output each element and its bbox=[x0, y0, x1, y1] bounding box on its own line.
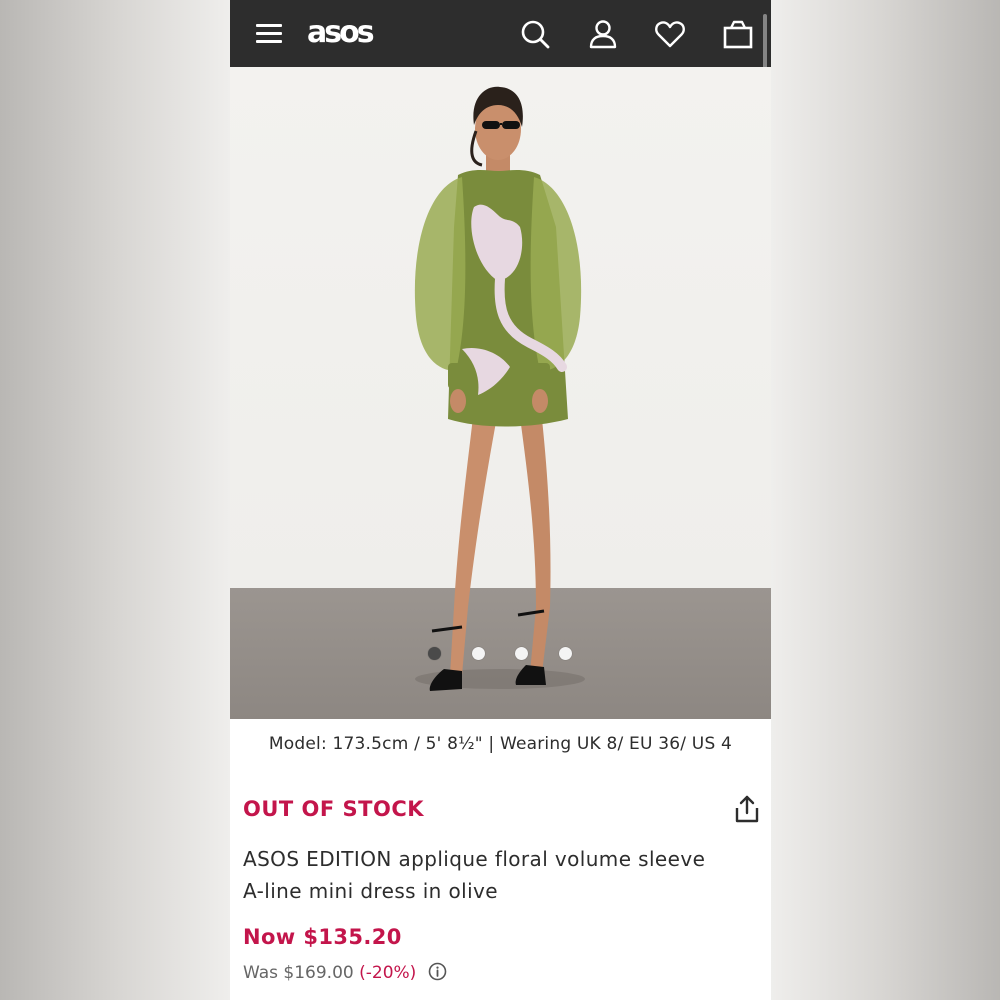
share-icon[interactable] bbox=[734, 794, 760, 824]
product-title-line-2: A-line mini dress in olive bbox=[243, 879, 498, 903]
gallery-pagination bbox=[230, 647, 771, 661]
product-photo bbox=[414, 86, 585, 691]
top-navigation-bar: asos bbox=[230, 0, 771, 306]
gallery-dot-2[interactable] bbox=[472, 647, 485, 660]
heart-icon[interactable] bbox=[654, 18, 686, 50]
asos-logo[interactable]: asos bbox=[307, 13, 375, 53]
previous-price: Was $169.00 bbox=[243, 963, 354, 983]
product-page: asos Model: 173.5cm / 5' 8½" | Wearing U… bbox=[230, 0, 771, 1000]
stock-status: OUT OF STOCK bbox=[243, 797, 425, 821]
previous-price-row: Was $169.00 (-20%) bbox=[243, 962, 447, 983]
product-image-gallery[interactable] bbox=[230, 67, 771, 719]
search-icon[interactable] bbox=[519, 18, 551, 50]
info-icon[interactable] bbox=[428, 962, 447, 981]
gallery-dot-1[interactable] bbox=[428, 647, 441, 660]
account-icon[interactable] bbox=[587, 18, 619, 50]
menu-icon[interactable] bbox=[256, 22, 282, 44]
gallery-dot-3[interactable] bbox=[515, 647, 528, 660]
discount-badge: (-20%) bbox=[359, 963, 417, 983]
product-title-line-1: ASOS EDITION applique floral volume slee… bbox=[243, 847, 706, 871]
model-size-info: Model: 173.5cm / 5' 8½" | Wearing UK 8/ … bbox=[268, 734, 733, 754]
product-title: ASOS EDITION applique floral volume slee… bbox=[243, 843, 743, 907]
bag-icon[interactable] bbox=[722, 18, 754, 50]
current-price: Now $135.20 bbox=[243, 925, 402, 949]
gallery-dot-4[interactable] bbox=[559, 647, 572, 660]
